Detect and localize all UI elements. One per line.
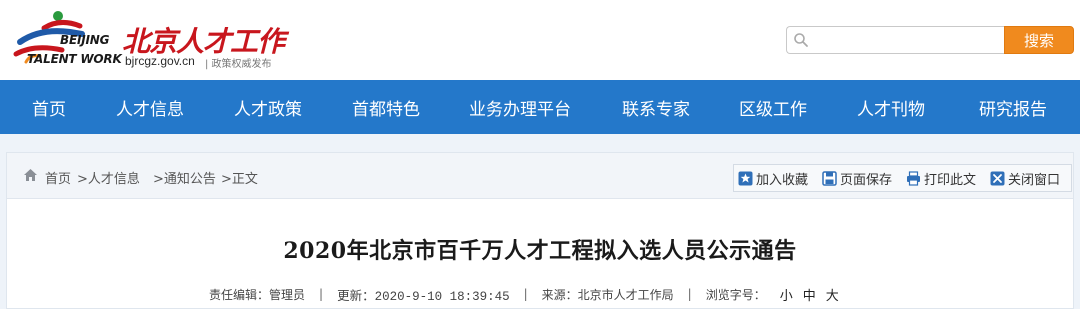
logo-en-line1: BEIJING — [60, 33, 110, 47]
site-header: BEIJING TALENT WORK 北京人才工作 bjrcgz.gov.cn… — [0, 0, 1080, 80]
meta-updated: 更新：2020-9-10 18:39:45 — [337, 289, 510, 304]
meta-source: 来源：北京市人才工作局 — [541, 287, 674, 302]
print-label: 打印此文 — [924, 172, 977, 188]
nav-item-research-reports[interactable]: 研究报告 — [946, 80, 1080, 134]
nav-item-talent-info[interactable]: 人才信息 — [98, 80, 202, 134]
logo-url: bjrcgz.gov.cn — [125, 54, 195, 68]
main-nav: 首页 人才信息 人才政策 首都特色 业务办理平台 联系专家 区级工作 人才刊物 … — [0, 80, 1080, 134]
meta-editor: 责任编辑：管理员 — [209, 287, 306, 302]
save-page-label: 页面保存 — [840, 172, 893, 188]
article-toolbar: 加入收藏 页面保存 打印此文 关闭窗口 — [733, 164, 1072, 192]
article-title: 2020年北京市百千万人才工程拟入选人员公示通告 — [283, 238, 797, 264]
nav-item-contact-experts[interactable]: 联系专家 — [602, 80, 710, 134]
breadcrumb-home[interactable]: 首页 — [45, 168, 71, 187]
breadcrumb: 首页 >人才信息 >通知公告 >正文 加入收藏 页面保存 打印此文 关闭窗口 — [7, 153, 1073, 199]
print-icon — [907, 170, 921, 186]
save-icon — [822, 170, 837, 186]
nav-item-talent-policy[interactable]: 人才政策 — [202, 80, 334, 134]
meta-divider: | — [687, 287, 692, 301]
nav-item-district-work[interactable]: 区级工作 — [710, 80, 836, 134]
search-box — [786, 26, 1004, 54]
breadcrumb-notices[interactable]: >通知公告 — [153, 168, 216, 187]
meta-divider: | — [523, 287, 528, 301]
font-size-small-button[interactable]: 小 — [780, 285, 793, 304]
search-input[interactable] — [815, 30, 1001, 50]
breadcrumb-current: >正文 — [221, 172, 258, 187]
meta-font-size-label: 浏览字号： — [705, 287, 766, 302]
bookmark-button[interactable]: 加入收藏 — [734, 165, 808, 191]
logo-slogan: | 政策权威发布 — [205, 59, 272, 70]
nav-item-home[interactable]: 首页 — [0, 80, 98, 134]
font-size-large-button[interactable]: 大 — [826, 285, 839, 304]
breadcrumb-talent-info[interactable]: >人才信息 — [77, 168, 140, 187]
search-icon — [794, 33, 808, 47]
print-button[interactable]: 打印此文 — [902, 165, 976, 191]
star-icon — [738, 171, 753, 185]
close-icon — [990, 171, 1005, 185]
nav-item-business-platform[interactable]: 业务办理平台 — [438, 80, 602, 134]
article-meta: 责任编辑：管理员 | 更新：2020-9-10 18:39:45 | 来源：北京… — [209, 285, 839, 304]
bookmark-label: 加入收藏 — [756, 172, 809, 188]
article-panel: 首页 >人才信息 >通知公告 >正文 加入收藏 页面保存 打印此文 关闭窗口 2… — [6, 152, 1074, 309]
save-page-button[interactable]: 页面保存 — [818, 165, 892, 191]
font-size-medium-button[interactable]: 中 — [803, 285, 816, 304]
close-window-button[interactable]: 关闭窗口 — [986, 165, 1060, 191]
search-button[interactable]: 搜索 — [1004, 26, 1074, 54]
nav-item-talent-journals[interactable]: 人才刊物 — [836, 80, 946, 134]
logo-en-line2: TALENT WORK — [27, 52, 122, 66]
nav-item-capital-features[interactable]: 首都特色 — [334, 80, 438, 134]
home-icon — [24, 169, 37, 181]
close-window-label: 关闭窗口 — [1008, 172, 1061, 188]
meta-divider: | — [319, 287, 324, 301]
